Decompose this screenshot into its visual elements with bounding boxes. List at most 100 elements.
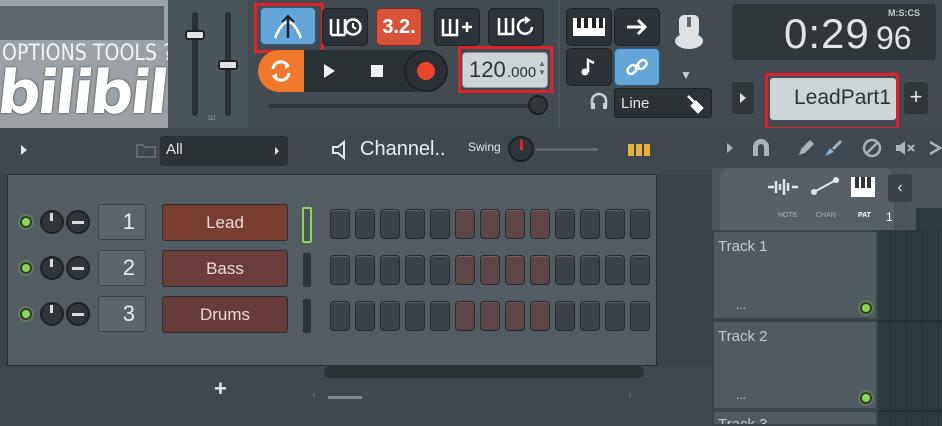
channel-volume-knob[interactable] xyxy=(66,302,90,326)
channel-select-indicator[interactable] xyxy=(303,253,311,287)
step-button[interactable] xyxy=(580,301,600,331)
scroll-thumb[interactable] xyxy=(328,396,362,399)
step-button[interactable] xyxy=(405,255,425,285)
step-button[interactable] xyxy=(580,255,600,285)
master-volume-slider[interactable] xyxy=(192,12,198,116)
pattern-song-toggle[interactable] xyxy=(258,50,304,92)
channel-name-button[interactable]: Lead xyxy=(162,204,288,241)
step-button[interactable] xyxy=(455,209,475,239)
step-button[interactable] xyxy=(480,301,500,331)
step-button[interactable] xyxy=(330,209,350,239)
step-button[interactable] xyxy=(455,301,475,331)
graph-editor-icon[interactable] xyxy=(628,144,650,156)
master-pitch-knob[interactable] xyxy=(218,60,238,70)
blend-notes-button[interactable] xyxy=(566,48,612,86)
rack-scrollbar[interactable] xyxy=(324,366,644,378)
step-button[interactable] xyxy=(330,301,350,331)
step-button[interactable] xyxy=(505,301,525,331)
headphones-icon[interactable] xyxy=(590,92,608,115)
channel-pan-knob[interactable] xyxy=(40,210,64,234)
rack-options-arrow-icon[interactable] xyxy=(20,144,28,156)
channel-pan-knob[interactable] xyxy=(40,256,64,280)
channel-name-button[interactable]: Bass xyxy=(162,250,288,287)
wait-input-button[interactable] xyxy=(322,8,368,46)
step-button[interactable] xyxy=(430,255,450,285)
track-header[interactable]: Track 3 xyxy=(714,412,876,426)
step-button[interactable] xyxy=(630,209,650,239)
pencil-icon[interactable] xyxy=(796,138,816,158)
step-button[interactable] xyxy=(555,209,575,239)
step-button[interactable] xyxy=(380,301,400,331)
slip-icon[interactable] xyxy=(926,138,942,158)
step-button[interactable] xyxy=(330,255,350,285)
pattern-browse-button[interactable] xyxy=(732,82,754,114)
add-channel-button[interactable]: + xyxy=(214,376,227,402)
track-header[interactable]: Track 2 ... xyxy=(714,322,876,410)
channel-number[interactable]: 1 xyxy=(98,204,146,240)
channel-name-button[interactable]: Drums xyxy=(162,296,288,333)
play-button[interactable] xyxy=(312,58,346,84)
channel-number[interactable]: 3 xyxy=(98,296,146,332)
channel-volume-knob[interactable] xyxy=(66,256,90,280)
channel-mute-led[interactable] xyxy=(20,216,32,228)
step-button[interactable] xyxy=(505,255,525,285)
track-mute-led[interactable] xyxy=(860,302,872,314)
master-volume-knob[interactable] xyxy=(185,30,205,40)
step-button[interactable] xyxy=(530,255,550,285)
step-button[interactable] xyxy=(405,209,425,239)
scroll-left-icon[interactable]: ‹ xyxy=(312,389,316,401)
more-dropdown-icon[interactable]: ▼ xyxy=(680,68,692,82)
step-button[interactable] xyxy=(630,255,650,285)
hint-panel-knob-button[interactable] xyxy=(666,8,712,58)
delete-icon[interactable] xyxy=(862,138,882,158)
tab-note[interactable]: NOTE xyxy=(778,212,797,219)
step-button[interactable] xyxy=(355,255,375,285)
step-button[interactable] xyxy=(380,209,400,239)
step-button[interactable] xyxy=(605,255,625,285)
tab-pat[interactable]: PAT xyxy=(858,212,871,219)
main-pitch-knob[interactable] xyxy=(528,95,548,115)
snap-select[interactable]: Line xyxy=(614,88,712,118)
song-position-bar[interactable] xyxy=(268,104,540,108)
channel-mute-led[interactable] xyxy=(20,308,32,320)
channel-mute-led[interactable] xyxy=(20,262,32,274)
channel-pan-knob[interactable] xyxy=(40,302,64,326)
tab-chan[interactable]: CHAN xyxy=(816,212,836,219)
step-button[interactable] xyxy=(630,301,650,331)
countdown-button[interactable]: 3.2. xyxy=(376,8,422,46)
record-button[interactable] xyxy=(404,50,448,92)
time-display[interactable]: 0:29 96 M:S:CS xyxy=(732,4,936,60)
rack-horizontal-scroll[interactable]: ‹ › xyxy=(312,389,634,401)
step-button[interactable] xyxy=(605,301,625,331)
step-button[interactable] xyxy=(505,209,525,239)
step-button[interactable] xyxy=(555,255,575,285)
step-button[interactable] xyxy=(355,209,375,239)
step-button[interactable] xyxy=(555,301,575,331)
step-button[interactable] xyxy=(455,255,475,285)
add-pattern-button[interactable]: + xyxy=(904,82,928,114)
playlist-scroll-left[interactable]: ‹ xyxy=(888,174,912,202)
channel-number[interactable]: 2 xyxy=(98,250,146,286)
channel-volume-knob[interactable] xyxy=(66,210,90,234)
swing-knob[interactable] xyxy=(508,136,534,162)
channel-select-indicator[interactable] xyxy=(303,299,311,333)
step-button[interactable] xyxy=(530,301,550,331)
stop-button[interactable] xyxy=(360,58,394,84)
step-button[interactable] xyxy=(580,209,600,239)
step-button[interactable] xyxy=(605,209,625,239)
step-button[interactable] xyxy=(480,255,500,285)
channel-select-indicator[interactable] xyxy=(302,207,312,243)
timeline-ruler[interactable] xyxy=(916,208,942,230)
step-button[interactable] xyxy=(480,209,500,239)
step-button[interactable] xyxy=(430,209,450,239)
step-button[interactable] xyxy=(380,255,400,285)
step-button[interactable] xyxy=(530,209,550,239)
automation-icon[interactable] xyxy=(810,176,840,196)
typing-keyboard-button[interactable] xyxy=(566,8,612,46)
paint-brush-icon[interactable] xyxy=(822,138,844,158)
step-button[interactable] xyxy=(430,301,450,331)
mute-icon[interactable] xyxy=(894,138,918,158)
channel-filter-select[interactable]: All xyxy=(160,136,288,166)
track-header[interactable]: Track 1 ... xyxy=(714,232,876,320)
audio-wave-icon[interactable] xyxy=(766,178,800,196)
